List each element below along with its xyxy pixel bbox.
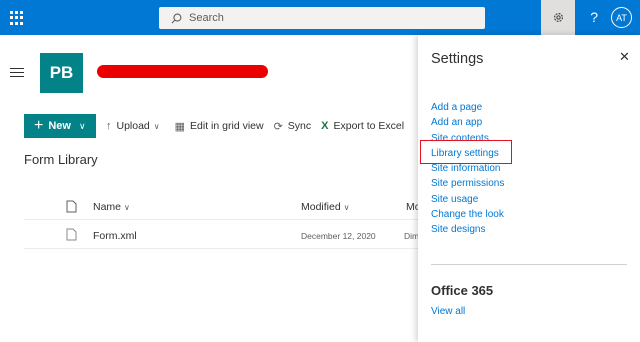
column-header-modified[interactable]: Modified ∨: [301, 201, 349, 213]
file-name-link[interactable]: Form.xml: [93, 230, 137, 242]
excel-icon: X: [321, 120, 329, 132]
search-placeholder: Search: [189, 12, 224, 24]
office365-heading: Office 365: [431, 283, 494, 298]
gear-icon: [553, 13, 563, 22]
help-button[interactable]: ?: [590, 9, 598, 25]
link-site-designs[interactable]: Site designs: [431, 222, 504, 237]
column-header-name[interactable]: Name ∨: [93, 201, 130, 213]
document-type-icon[interactable]: [66, 200, 77, 213]
highlight-box: [420, 140, 512, 164]
close-icon[interactable]: ✕: [619, 49, 630, 65]
grid-icon: ▦: [174, 120, 186, 133]
plus-icon: +: [34, 117, 44, 134]
settings-panel: Settings ✕ Add a page Add an app Site co…: [418, 35, 640, 342]
sync-icon: ⟳: [273, 120, 283, 133]
list-header: Name ∨ Modified ∨ Mo: [24, 198, 421, 220]
upload-icon: ↑: [106, 120, 112, 132]
hamburger-icon[interactable]: [10, 68, 24, 80]
chevron-down-icon: ∨: [343, 203, 350, 212]
waffle-icon[interactable]: [10, 11, 24, 25]
panel-divider: [431, 264, 627, 265]
settings-links: Add a page Add an app Site contents Libr…: [431, 100, 504, 238]
sync-button[interactable]: ⟳ Sync: [274, 120, 312, 133]
new-button-label: New: [48, 120, 71, 132]
export-excel-label: Export to Excel: [333, 120, 405, 132]
edit-grid-button[interactable]: ▦ Edit in grid view: [175, 120, 264, 133]
settings-panel-title: Settings: [431, 51, 484, 67]
redacted-site-title: [97, 65, 268, 78]
link-change-look[interactable]: Change the look: [431, 207, 504, 222]
new-button[interactable]: + New ∨: [24, 114, 96, 138]
settings-gear-button[interactable]: [541, 0, 575, 35]
chevron-down-icon: ∨: [153, 121, 160, 131]
upload-label: Upload: [116, 120, 150, 132]
search-icon: [171, 13, 182, 23]
edit-grid-label: Edit in grid view: [190, 120, 264, 132]
chevron-down-icon: ∨: [78, 120, 86, 131]
view-all-link[interactable]: View all: [431, 306, 465, 317]
export-excel-button[interactable]: X Export to Excel: [321, 120, 404, 132]
avatar[interactable]: AT: [611, 7, 632, 28]
table-row[interactable]: Form.xml December 12, 2020 Dim: [24, 221, 420, 249]
command-bar: + New ∨ ↑ Upload ∨ ▦ Edit in grid view ⟳…: [24, 114, 404, 138]
upload-button[interactable]: ↑ Upload ∨: [106, 120, 165, 132]
modified-date: December 12, 2020: [301, 231, 376, 241]
suite-bar: Search ? AT: [0, 0, 640, 35]
library-title: Form Library: [24, 152, 98, 167]
link-site-usage[interactable]: Site usage: [431, 192, 504, 207]
document-icon: [66, 228, 77, 241]
search-box[interactable]: Search: [159, 7, 485, 29]
site-logo[interactable]: PB: [40, 53, 83, 93]
link-add-page[interactable]: Add a page: [431, 100, 504, 115]
chevron-down-icon: ∨: [123, 203, 130, 212]
sync-label: Sync: [287, 120, 312, 132]
link-site-permissions[interactable]: Site permissions: [431, 176, 504, 191]
modified-by: Dim: [404, 231, 420, 241]
link-add-app[interactable]: Add an app: [431, 115, 504, 130]
